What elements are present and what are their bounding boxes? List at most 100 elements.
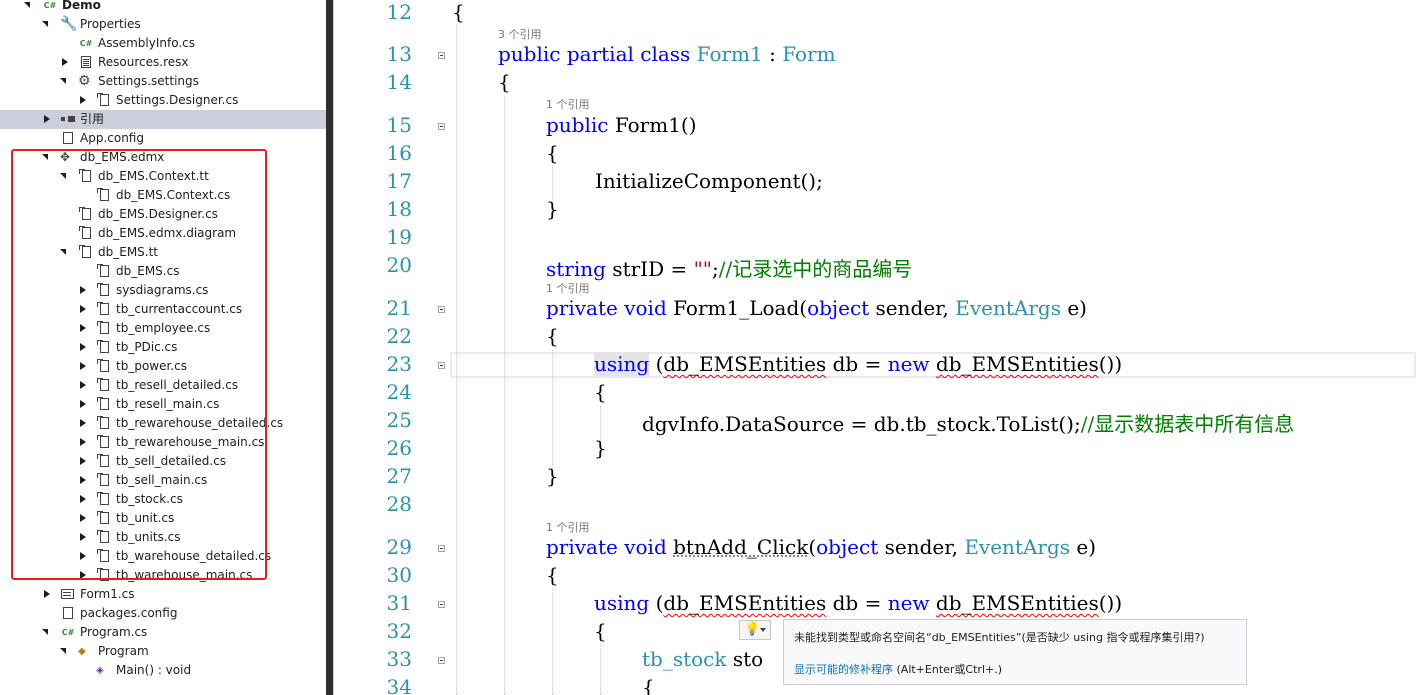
csharp-project-icon: C# (43, 1, 57, 10)
tree-item[interactable]: tb_unit.cs (0, 509, 326, 528)
code-lens-class[interactable]: 3 个引用 (498, 26, 542, 42)
collapsed-arrow-icon[interactable] (42, 115, 52, 125)
tree-item[interactable]: tb_sell_main.cs (0, 471, 326, 490)
tree-item[interactable]: sysdiagrams.cs (0, 281, 326, 300)
gear-icon: ⚙ (78, 73, 91, 89)
tree-item[interactable]: ◆ Program (0, 642, 326, 661)
tree-item[interactable]: 引用 (0, 110, 326, 129)
code-lens-add[interactable]: 1 个引用 (546, 519, 590, 535)
tree-item[interactable]: C# AssemblyInfo.cs (0, 34, 326, 53)
collapsed-arrow-icon[interactable] (60, 58, 70, 68)
collapsed-arrow-icon[interactable] (78, 514, 88, 524)
code-file-icon (96, 568, 112, 583)
collapsed-arrow-icon[interactable] (78, 381, 88, 391)
collapsed-arrow-icon[interactable] (78, 96, 88, 106)
show-fixes-link[interactable]: 显示可能的修补程序 (Alt+Enter或Ctrl+.) (794, 661, 1002, 677)
show-fixes-label[interactable]: 显示可能的修补程序 (794, 663, 893, 676)
tree-item[interactable]: 🔧 Properties (0, 15, 326, 34)
collapsed-arrow-icon[interactable] (78, 419, 88, 429)
tree-item[interactable]: db_EMS.tt (0, 243, 326, 262)
tree-item[interactable]: tb_currentaccount.cs (0, 300, 326, 319)
indent-guide (504, 96, 505, 695)
tree-item[interactable]: App.config (0, 129, 326, 148)
collapsed-arrow-icon[interactable] (78, 438, 88, 448)
collapsed-arrow-icon[interactable] (78, 457, 88, 467)
code-file-icon (96, 264, 112, 279)
tree-item[interactable]: db_EMS.Context.tt (0, 167, 326, 186)
tree-item[interactable]: packages.config (0, 604, 326, 623)
tree-item[interactable]: Resources.resx (0, 53, 326, 72)
tree-item[interactable]: tb_stock.cs (0, 490, 326, 509)
pane-splitter[interactable] (326, 0, 333, 695)
collapsed-arrow-icon[interactable] (78, 286, 88, 296)
expanded-arrow-icon[interactable] (42, 628, 52, 638)
tree-item-label: db_EMS.tt (98, 245, 159, 259)
expanded-arrow-icon[interactable] (60, 77, 70, 87)
collapsed-arrow-icon[interactable] (78, 476, 88, 486)
tree-item[interactable]: tb_rewarehouse_main.cs (0, 433, 326, 452)
code-line-27: } (546, 464, 559, 488)
collapse-icon[interactable] (438, 657, 445, 664)
tree-item[interactable]: tb_resell_detailed.cs (0, 376, 326, 395)
collapse-icon[interactable] (438, 52, 445, 59)
line-number: 12 (386, 0, 412, 24)
expanded-arrow-icon[interactable] (42, 20, 52, 30)
tree-item[interactable]: tb_rewarehouse_detailed.cs (0, 414, 326, 433)
collapsed-arrow-icon[interactable] (78, 571, 88, 581)
tree-item-label: tb_rewarehouse_detailed.cs (116, 416, 284, 430)
expanded-arrow-icon[interactable] (60, 248, 70, 258)
expanded-arrow-icon[interactable] (60, 172, 70, 182)
tree-item-label: tb_power.cs (116, 359, 187, 373)
resx-file-icon (78, 55, 94, 70)
tree-item[interactable]: ◈ Main() : void (0, 661, 326, 680)
collapsed-arrow-icon[interactable] (78, 305, 88, 315)
collapsed-arrow-icon[interactable] (78, 343, 88, 353)
tree-item[interactable]: C# Demo (0, 0, 326, 15)
tree-item[interactable]: tb_sell_detailed.cs (0, 452, 326, 471)
tree-item[interactable]: db_EMS.Context.cs (0, 186, 326, 205)
tree-item[interactable]: db_EMS.Designer.cs (0, 205, 326, 224)
tree-item[interactable]: tb_units.cs (0, 528, 326, 547)
expanded-arrow-icon[interactable] (42, 153, 52, 163)
collapse-icon[interactable] (438, 306, 445, 313)
collapsed-arrow-icon[interactable] (42, 590, 52, 600)
tree-item[interactable]: ⚙ Settings.settings (0, 72, 326, 91)
tree-item[interactable]: ✥ db_EMS.edmx (0, 148, 326, 167)
code-lens-load[interactable]: 1 个引用 (546, 280, 590, 296)
chevron-down-icon (760, 628, 766, 632)
collapse-icon[interactable] (438, 123, 445, 130)
code-lens-ctor[interactable]: 1 个引用 (546, 96, 590, 112)
code-editor[interactable]: 12 13 14 15 16 17 18 19 20 21 22 23 24 25 26 27 28 29 30 31… (334, 0, 1416, 695)
tree-item[interactable]: db_EMS.edmx.diagram (0, 224, 326, 243)
quick-actions-button[interactable]: 💡 (739, 620, 771, 640)
expanded-arrow-icon[interactable] (60, 647, 70, 657)
tree-item-label: Settings.Designer.cs (116, 93, 239, 107)
line-number: 30 (386, 563, 412, 587)
collapsed-arrow-icon[interactable] (78, 324, 88, 334)
tree-item[interactable]: Form1.cs (0, 585, 326, 604)
tree-item-label: Form1.cs (80, 587, 135, 601)
code-line-18: } (546, 197, 559, 221)
tree-item[interactable]: C# Program.cs (0, 623, 326, 642)
tree-item[interactable]: db_EMS.cs (0, 262, 326, 281)
collapsed-arrow-icon[interactable] (78, 362, 88, 372)
tree-item[interactable]: tb_warehouse_detailed.cs (0, 547, 326, 566)
tree-item[interactable]: tb_power.cs (0, 357, 326, 376)
expanded-arrow-icon[interactable] (24, 1, 34, 11)
collapse-icon[interactable] (438, 545, 445, 552)
collapsed-arrow-icon[interactable] (78, 552, 88, 562)
code-line-24: { (594, 380, 607, 404)
collapsed-arrow-icon[interactable] (78, 495, 88, 505)
collapse-icon[interactable] (438, 601, 445, 608)
collapsed-arrow-icon[interactable] (78, 533, 88, 543)
code-file-icon (96, 435, 112, 450)
collapse-icon[interactable] (438, 362, 445, 369)
tree-item[interactable]: tb_resell_main.cs (0, 395, 326, 414)
line-number: 34 (386, 675, 412, 695)
tree-item[interactable]: tb_employee.cs (0, 319, 326, 338)
tree-item[interactable]: Settings.Designer.cs (0, 91, 326, 110)
tree-item[interactable]: tb_PDic.cs (0, 338, 326, 357)
collapsed-arrow-icon[interactable] (78, 400, 88, 410)
form-icon (60, 587, 76, 602)
tree-item[interactable]: tb_warehouse_main.cs (0, 566, 326, 585)
